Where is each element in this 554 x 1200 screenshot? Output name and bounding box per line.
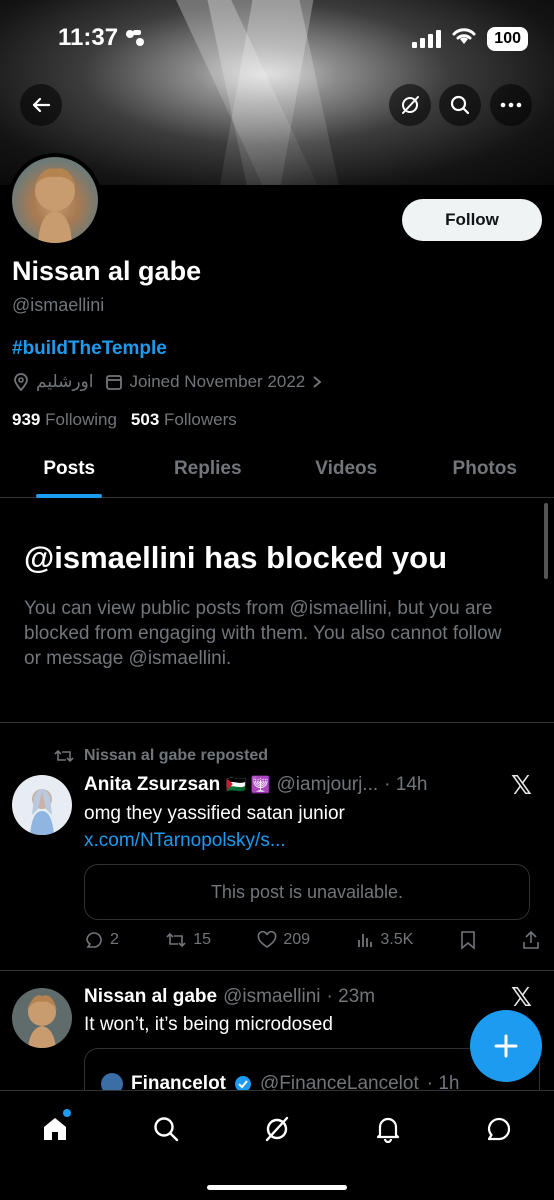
heart-icon [258, 931, 277, 948]
bookmark-button[interactable] [460, 930, 476, 950]
grok-button[interactable] [389, 84, 431, 126]
chevron-right-icon[interactable] [311, 375, 323, 389]
tab-replies[interactable]: Replies [139, 440, 278, 497]
location-pin-icon [14, 373, 28, 391]
post-avatar[interactable] [12, 988, 72, 1048]
plus-icon [494, 1034, 518, 1058]
profile-tabs: Posts Replies Videos Photos [0, 440, 554, 498]
post-avatar[interactable] [12, 775, 72, 835]
reply-button[interactable]: 2 [84, 930, 119, 950]
unavailable-post-notice: This post is unavailable. [84, 864, 530, 920]
follow-counts: 939 Following 503 Followers [12, 410, 237, 430]
search-icon [154, 1117, 179, 1142]
views-button[interactable]: 3.5K [356, 930, 413, 950]
x-logo-icon: 𝕏 [511, 982, 532, 1012]
home-indicator[interactable] [207, 1185, 347, 1190]
profile-location: اورشليم [36, 372, 94, 391]
notification-dot [63, 1109, 72, 1117]
profile-name: Nissan al gabe [12, 256, 202, 286]
divider [0, 970, 554, 971]
grok-icon [265, 1116, 289, 1142]
battery-indicator: 100 [487, 26, 528, 51]
signal-icon [412, 29, 442, 48]
nav-search[interactable] [146, 1109, 186, 1149]
home-icon [44, 1118, 67, 1140]
status-time: 11:37 [58, 24, 119, 51]
views-chart-icon [358, 934, 373, 947]
profile-meta: اورشليم Joined November 2022 [12, 372, 323, 392]
bookmark-icon [460, 931, 475, 950]
divider [0, 722, 554, 723]
repost-button[interactable]: 15 [165, 930, 211, 950]
post-text: omg they yassified satan junior x.com/NT… [84, 803, 345, 851]
nav-notifications[interactable] [368, 1109, 408, 1149]
repost-indicator: Nissan al gabe reposted [54, 747, 268, 765]
author-flags: 🇵🇸 🕎 [226, 777, 271, 794]
post-author[interactable]: Nissan al gabe [84, 986, 217, 1008]
search-icon [450, 95, 470, 115]
follow-button[interactable]: Follow [402, 199, 542, 241]
post-text: It won’t, it’s being microdosed [84, 1014, 333, 1035]
post-handle: @iamjourj... [276, 774, 379, 795]
followers-link[interactable]: 503 Followers [131, 410, 237, 430]
bio-hashtag[interactable]: #buildTheTemple [12, 338, 167, 360]
nav-grok[interactable] [257, 1109, 297, 1149]
post-handle: @ismaellini [223, 986, 321, 1007]
calendar-icon [106, 375, 123, 390]
post-time: · 23m [326, 986, 376, 1007]
grok-icon [402, 96, 419, 114]
post-header: Nissan al gabe @ismaellini · 23m [84, 986, 375, 1008]
chat-bubble-icon [487, 1117, 510, 1141]
post-header: Anita Zsurzsan 🇵🇸 🕎 @iamjourj... · 14h [84, 774, 427, 796]
post-link[interactable]: x.com/NTarnopolsky/s... [84, 830, 286, 851]
blocked-description: You can view public posts from @ismaelli… [24, 598, 502, 669]
screen-share-icon [124, 28, 146, 53]
repost-icon [166, 932, 186, 948]
like-button[interactable]: 209 [257, 930, 310, 950]
wifi-icon [451, 26, 477, 51]
more-options-button[interactable] [490, 84, 532, 126]
post-actions: 2 15 209 3.5K [84, 930, 540, 950]
bell-icon [376, 1117, 399, 1143]
status-bar: 11:37 100 [0, 0, 554, 80]
back-button[interactable] [20, 84, 62, 126]
nav-home[interactable] [35, 1109, 75, 1149]
scrollbar[interactable] [544, 503, 548, 579]
blocked-title: @ismaellini has blocked you [24, 540, 448, 575]
share-icon [523, 930, 539, 949]
arrow-left-icon [32, 97, 51, 113]
post-time: · 14h [384, 774, 428, 795]
following-link[interactable]: 939 Following [12, 410, 117, 430]
reply-icon [86, 932, 102, 948]
search-button[interactable] [439, 84, 481, 126]
compose-post-button[interactable] [470, 1010, 542, 1082]
profile-avatar[interactable] [8, 153, 102, 247]
nav-messages[interactable] [479, 1109, 519, 1149]
share-button[interactable] [522, 930, 540, 950]
x-logo-icon: 𝕏 [511, 770, 532, 800]
bottom-navigation [0, 1090, 554, 1200]
post-author[interactable]: Anita Zsurzsan [84, 774, 220, 796]
tab-photos[interactable]: Photos [416, 440, 554, 497]
tab-posts[interactable]: Posts [0, 440, 139, 497]
profile-handle: @ismaellini [12, 295, 105, 315]
tab-videos[interactable]: Videos [277, 440, 416, 497]
profile-joined: Joined November 2022 [129, 372, 306, 391]
more-icon [500, 102, 522, 108]
repost-icon [54, 749, 74, 763]
